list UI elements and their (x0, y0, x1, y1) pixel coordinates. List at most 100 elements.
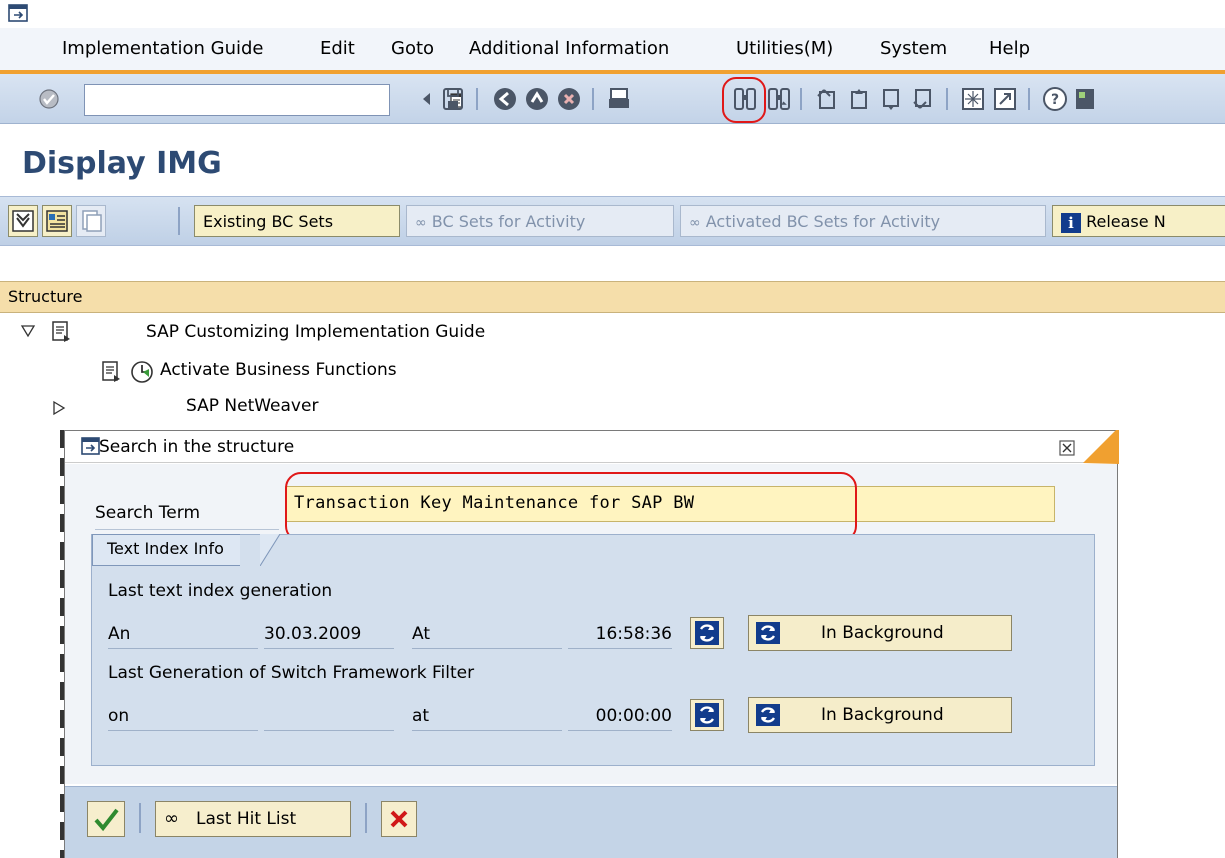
in-background-label: In Background (821, 705, 944, 725)
menu-bar: Implementation Guide Edit Goto Additiona… (0, 28, 1225, 70)
text-index-info-tab[interactable]: Text Index Info (92, 534, 240, 566)
layout-icon[interactable] (1074, 86, 1094, 112)
text-index-date: 30.03.2009 (264, 621, 394, 649)
menu-additional-information[interactable]: Additional Information (469, 38, 669, 59)
toolbar-separator (592, 88, 594, 110)
previous-page-icon[interactable] (846, 86, 872, 112)
toolbar-separator (1028, 88, 1030, 110)
menu-edit[interactable]: Edit (320, 38, 355, 59)
refresh-icon (756, 622, 780, 644)
last-page-icon[interactable] (910, 86, 936, 112)
search-term-label: Search Term (95, 500, 279, 530)
dialog-window-icon[interactable] (81, 437, 101, 457)
notes-icon (46, 210, 68, 232)
tree-node-label: Activate Business Functions (160, 360, 397, 380)
expand-node-icon[interactable] (52, 400, 66, 416)
tab-slant (260, 534, 280, 566)
tree-node-sap-customizing[interactable]: SAP Customizing Implementation Guide (146, 322, 485, 342)
exit-icon[interactable] (524, 86, 550, 112)
toolbar-separator (178, 207, 180, 235)
system-toolbar: ? (0, 74, 1225, 124)
switch-filter-background-button[interactable]: In Background (748, 697, 1012, 733)
menu-implementation-guide[interactable]: Implementation Guide (62, 38, 264, 59)
dialog-body: Search Term Text Index Info Last text in… (65, 464, 1117, 784)
page-title: Display IMG (22, 146, 222, 181)
switch-at-label: at (412, 703, 562, 731)
bc-sets-for-activity-label: BC Sets for Activity (431, 212, 586, 231)
application-toolbar: Existing BC Sets ∞ BC Sets for Activity … (0, 196, 1225, 246)
in-background-label: In Background (821, 623, 944, 643)
bc-sets-for-activity-button[interactable]: ∞ BC Sets for Activity (406, 205, 674, 237)
menu-goto[interactable]: Goto (391, 38, 434, 59)
command-field[interactable] (84, 84, 463, 116)
last-hit-list-label: Last Hit List (196, 809, 297, 829)
last-text-index-label: Last text index generation (108, 581, 333, 601)
execute-clock-icon[interactable] (130, 360, 154, 384)
dialog-footer: ∞ Last Hit List (65, 786, 1117, 858)
menu-help[interactable]: Help (989, 38, 1030, 59)
find-next-icon[interactable] (766, 86, 792, 112)
command-input[interactable] (89, 86, 359, 114)
text-index-time: 16:58:36 (568, 621, 672, 649)
last-hit-list-button[interactable]: ∞ Last Hit List (155, 801, 351, 837)
shortcut-icon[interactable] (992, 86, 1018, 112)
print-icon[interactable] (606, 86, 632, 112)
release-notes-label: Release N (1086, 212, 1166, 231)
glasses-icon: ∞ (415, 215, 427, 231)
text-index-info-label: Text Index Info (107, 539, 224, 558)
confirm-button[interactable] (87, 801, 125, 837)
checkmark-icon (94, 808, 119, 832)
dialog-title: Search in the structure (99, 437, 295, 457)
refresh-icon (695, 621, 719, 645)
search-term-highlight (285, 472, 857, 542)
activated-bc-sets-button[interactable]: ∞ Activated BC Sets for Activity (680, 205, 1046, 237)
glasses-icon: ∞ (689, 215, 701, 231)
img-document-icon (52, 321, 70, 342)
info-icon: i (1061, 212, 1081, 233)
dialog-corner-accent (1083, 430, 1119, 464)
glasses-icon: ∞ (164, 808, 179, 829)
existing-bc-sets-button[interactable]: Existing BC Sets (194, 205, 400, 237)
existing-bc-sets-label: Existing BC Sets (203, 212, 334, 231)
refresh-icon (695, 703, 719, 727)
back-arrow-icon[interactable] (492, 86, 518, 112)
cancel-button[interactable] (381, 801, 417, 837)
dialog-titlebar: Search in the structure (65, 430, 1119, 464)
search-dialog: Search in the structure Search Term Text… (64, 430, 1119, 858)
save-icon[interactable] (440, 86, 466, 112)
first-page-icon[interactable] (814, 86, 840, 112)
refresh-switch-filter-button[interactable] (690, 699, 724, 731)
tree-node-activate-business-functions[interactable]: Activate Business Functions (160, 360, 397, 380)
activated-bc-sets-label: Activated BC Sets for Activity (705, 212, 941, 231)
next-page-icon[interactable] (878, 86, 904, 112)
document-icon (82, 210, 102, 232)
where-used-button[interactable] (42, 205, 72, 237)
svg-text:?: ? (1051, 92, 1059, 108)
text-index-on-label: An (108, 621, 258, 649)
expand-subtree-icon (12, 210, 34, 232)
footer-separator (139, 803, 141, 833)
cancel-icon[interactable] (556, 86, 582, 112)
window-menu-icon[interactable] (8, 4, 30, 24)
collapse-node-icon[interactable] (20, 324, 36, 338)
footer-separator (365, 803, 367, 833)
close-icon[interactable] (1059, 440, 1075, 456)
additional-info-button[interactable] (76, 205, 106, 237)
help-icon[interactable]: ? (1042, 86, 1068, 112)
text-index-background-button[interactable]: In Background (748, 615, 1012, 651)
create-session-icon[interactable] (960, 86, 986, 112)
tree-node-sap-netweaver[interactable]: SAP NetWeaver (186, 396, 318, 416)
refresh-text-index-button[interactable] (690, 617, 724, 649)
toolbar-separator (946, 88, 948, 110)
cancel-x-icon (390, 810, 408, 828)
toolbar-separator (800, 88, 802, 110)
menu-system[interactable]: System (880, 38, 947, 59)
expand-subtree-button[interactable] (8, 205, 38, 237)
tree-node-label: SAP NetWeaver (186, 396, 319, 416)
back-icon[interactable] (414, 86, 440, 112)
enter-icon[interactable] (38, 88, 60, 110)
release-notes-button[interactable]: i Release N (1052, 205, 1225, 237)
switch-time: 00:00:00 (568, 703, 672, 731)
menu-utilities[interactable]: Utilities(M) (736, 38, 833, 59)
switch-on-label: on (108, 703, 258, 731)
